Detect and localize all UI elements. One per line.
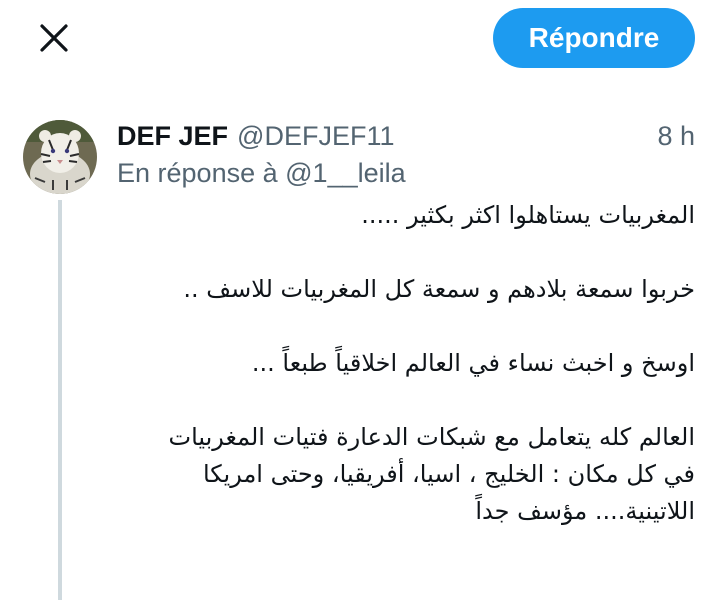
reply-context: En réponse à @1__leila [117, 158, 406, 189]
author-row: DEF JEF @DEFJEF11 8 h [117, 118, 695, 154]
reply-to-handle[interactable]: @1__leila [285, 158, 406, 188]
timestamp[interactable]: 8 h [657, 121, 695, 152]
white-tiger-avatar-icon [23, 120, 97, 194]
tweet-line: خربوا سمعة بلادهم و سمعة كل المغربيات لل… [183, 275, 695, 303]
avatar[interactable] [23, 120, 97, 194]
tweet-line: المغربيات يستاهلوا اكثر بكثير ..... [361, 201, 695, 229]
tweet-line: اللاتينية.... مؤسف جداً [475, 497, 695, 525]
author-handle[interactable]: @DEFJEF11 [237, 121, 394, 152]
tweet-line: العالم كله يتعامل مع شبكات الدعارة فتيات… [168, 423, 695, 451]
thread-line [58, 200, 62, 600]
tweet-text: المغربيات يستاهلوا اكثر بكثير ..... خربو… [117, 197, 695, 530]
tweet-line: في كل مكان : الخليج ، اسيا، أفريقيا، وحت… [202, 460, 695, 488]
close-icon [40, 24, 68, 52]
reply-button[interactable]: Répondre [493, 8, 695, 68]
author-name[interactable]: DEF JEF [117, 121, 228, 152]
tweet-line: اوسخ و اخبث نساء في العالم اخلاقياً طبعا… [251, 349, 695, 377]
close-button[interactable] [30, 14, 78, 62]
reply-prefix: En réponse à [117, 158, 278, 188]
